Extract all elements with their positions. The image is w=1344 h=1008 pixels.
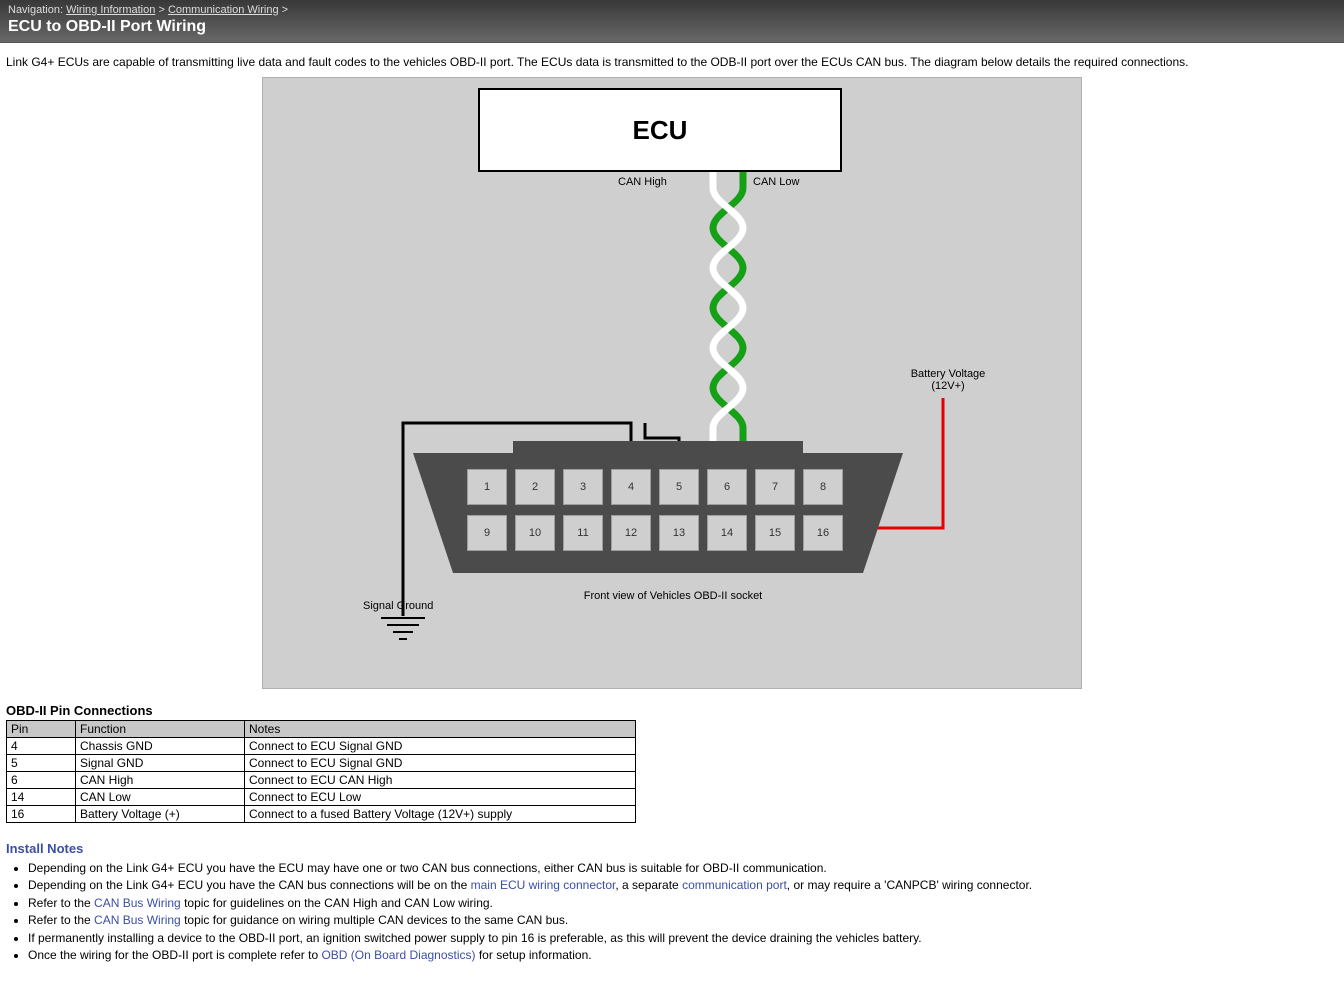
link-communication-port[interactable]: communication port	[682, 878, 787, 892]
pin-12: 12	[611, 515, 651, 551]
list-item: Once the wiring for the OBD-II port is c…	[28, 947, 1338, 964]
ecu-label: ECU	[633, 115, 688, 146]
pin-5: 5	[659, 469, 699, 505]
th-pin: Pin	[7, 721, 76, 738]
link-can-bus-wiring[interactable]: CAN Bus Wiring	[94, 896, 181, 910]
pin-table-heading: OBD-II Pin Connections	[6, 703, 1338, 718]
list-item: If permanently installing a device to th…	[28, 930, 1338, 947]
pin-9: 9	[467, 515, 507, 551]
battery-voltage-label: Battery Voltage (12V+)	[903, 368, 993, 392]
breadcrumb-sep: >	[282, 4, 288, 16]
wiring-diagram: ECU CAN High CAN Low Battery Voltage (12…	[262, 77, 1082, 689]
table-header-row: Pin Function Notes	[7, 721, 636, 738]
table-row: 5Signal GNDConnect to ECU Signal GND	[7, 755, 636, 772]
intro-text: Link G4+ ECUs are capable of transmittin…	[6, 55, 1338, 69]
connector-caption: Front view of Vehicles OBD-II socket	[563, 590, 783, 602]
content: Link G4+ ECUs are capable of transmittin…	[0, 43, 1344, 972]
obd-connector: 1 2 3 4 5 6 7 8 9 10 11 12 13 14	[453, 453, 863, 573]
pin-3: 3	[563, 469, 603, 505]
pin-11: 11	[563, 515, 603, 551]
breadcrumb-link-2[interactable]: Communication Wiring	[168, 4, 279, 16]
pin-7: 7	[755, 469, 795, 505]
can-high-label: CAN High	[618, 176, 667, 188]
pin-10: 10	[515, 515, 555, 551]
connector-body: 1 2 3 4 5 6 7 8 9 10 11 12 13 14	[453, 453, 863, 573]
nav-header: Navigation: Wiring Information > Communi…	[0, 0, 1344, 43]
pin-8: 8	[803, 469, 843, 505]
breadcrumb-link-1[interactable]: Wiring Information	[66, 4, 155, 16]
breadcrumb: Navigation: Wiring Information > Communi…	[8, 4, 1336, 16]
table-row: 16Battery Voltage (+)Connect to a fused …	[7, 806, 636, 823]
list-item: Depending on the Link G4+ ECU you have t…	[28, 860, 1338, 877]
link-obd[interactable]: OBD (On Board Diagnostics)	[321, 948, 475, 962]
link-main-ecu-connector[interactable]: main ECU wiring connector	[471, 878, 616, 892]
pin-6: 6	[707, 469, 747, 505]
table-row: 14CAN LowConnect to ECU Low	[7, 789, 636, 806]
pin-2: 2	[515, 469, 555, 505]
list-item: Refer to the CAN Bus Wiring topic for gu…	[28, 912, 1338, 929]
link-can-bus-wiring[interactable]: CAN Bus Wiring	[94, 913, 181, 927]
pin-1: 1	[467, 469, 507, 505]
pin-14: 14	[707, 515, 747, 551]
pin-16: 16	[803, 515, 843, 551]
nav-label: Navigation:	[8, 4, 63, 16]
install-notes-heading: Install Notes	[6, 841, 1338, 856]
list-item: Refer to the CAN Bus Wiring topic for gu…	[28, 895, 1338, 912]
connector-ridge	[513, 441, 803, 453]
page-title: ECU to OBD-II Port Wiring	[8, 18, 1336, 36]
install-notes-list: Depending on the Link G4+ ECU you have t…	[28, 860, 1338, 964]
list-item: Depending on the Link G4+ ECU you have t…	[28, 877, 1338, 894]
pin-connections-table: Pin Function Notes 4Chassis GNDConnect t…	[6, 720, 636, 823]
th-func: Function	[76, 721, 245, 738]
ecu-box: ECU	[478, 88, 842, 172]
signal-ground-label: Signal Ground	[363, 600, 433, 612]
pin-4: 4	[611, 469, 651, 505]
table-row: 4Chassis GNDConnect to ECU Signal GND	[7, 738, 636, 755]
breadcrumb-sep: >	[158, 4, 164, 16]
can-low-label: CAN Low	[753, 176, 799, 188]
th-notes: Notes	[245, 721, 636, 738]
diagram-container: ECU CAN High CAN Low Battery Voltage (12…	[262, 77, 1082, 689]
pin-grid: 1 2 3 4 5 6 7 8 9 10 11 12 13 14	[467, 469, 843, 551]
table-row: 6CAN HighConnect to ECU CAN High	[7, 772, 636, 789]
pin-13: 13	[659, 515, 699, 551]
pin-15: 15	[755, 515, 795, 551]
